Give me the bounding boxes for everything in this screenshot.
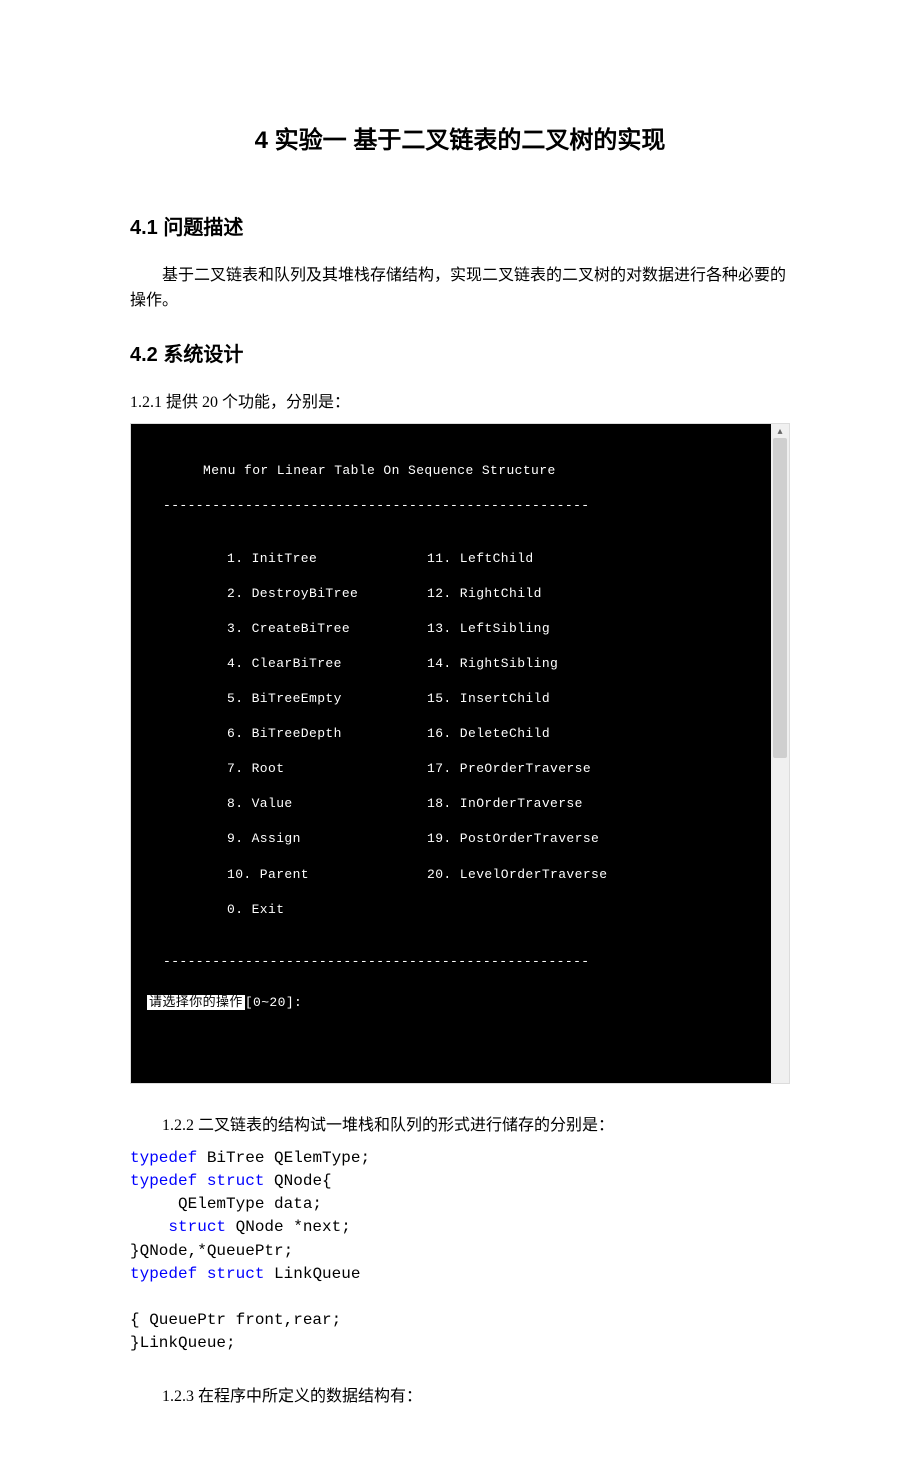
section-4-2-heading: 4.2 系统设计 — [130, 338, 790, 367]
menu-item: 3. CreateBiTree — [227, 620, 427, 638]
menu-row: 0. Exit — [227, 901, 771, 919]
menu-item: 7. Root — [227, 760, 427, 778]
menu-items: 1. InitTree11. LeftChild 2. DestroyBiTre… — [131, 532, 771, 936]
code-keyword: typedef — [130, 1172, 197, 1190]
menu-item: 10. Parent — [227, 866, 427, 884]
menu-title: Menu for Linear Table On Sequence Struct… — [131, 462, 771, 480]
code-keyword: struct — [197, 1265, 264, 1283]
menu-divider-top: ----------------------------------------… — [131, 497, 771, 515]
scrollbar[interactable]: ▴ — [771, 424, 789, 1083]
menu-item: 15. InsertChild — [427, 690, 550, 708]
menu-divider-bottom: ----------------------------------------… — [131, 953, 771, 971]
code-text: QElemType data; — [130, 1195, 322, 1213]
code-block: typedef BiTree QElemType; typedef struct… — [130, 1147, 790, 1356]
menu-item: 0. Exit — [227, 901, 427, 919]
menu-item: 5. BiTreeEmpty — [227, 690, 427, 708]
menu-row: 9. Assign19. PostOrderTraverse — [227, 830, 771, 848]
menu-item: 20. LevelOrderTraverse — [427, 866, 607, 884]
console-screenshot: Menu for Linear Table On Sequence Struct… — [130, 423, 790, 1084]
menu-item: 4. ClearBiTree — [227, 655, 427, 673]
prompt-range: [0~20]: — [245, 995, 302, 1010]
menu-item: 9. Assign — [227, 830, 427, 848]
code-text: QNode *next; — [226, 1218, 351, 1236]
page-title: 4 实验一 基于二叉链表的二叉树的实现 — [130, 120, 790, 155]
menu-item: 6. BiTreeDepth — [227, 725, 427, 743]
code-text: }LinkQueue; — [130, 1334, 236, 1352]
menu-row: 7. Root17. PreOrderTraverse — [227, 760, 771, 778]
code-text: LinkQueue — [264, 1265, 360, 1283]
menu-item: 13. LeftSibling — [427, 620, 550, 638]
menu-item: 14. RightSibling — [427, 655, 558, 673]
code-text: QNode{ — [264, 1172, 331, 1190]
paragraph-1-2-2: 1.2.2 二叉链表的结构试一堆栈和队列的形式进行储存的分别是： — [130, 1114, 790, 1139]
menu-item: 12. RightChild — [427, 585, 542, 603]
menu-item: 16. DeleteChild — [427, 725, 550, 743]
menu-row: 10. Parent20. LevelOrderTraverse — [227, 866, 771, 884]
code-text: { QueuePtr front,rear; — [130, 1311, 341, 1329]
scrollbar-thumb[interactable] — [773, 438, 787, 758]
code-text: }QNode,*QueuePtr; — [130, 1242, 293, 1260]
prompt-highlight: 请选择你的操作 — [147, 995, 245, 1010]
scroll-up-icon[interactable]: ▴ — [771, 426, 789, 437]
document-page: 4 实验一 基于二叉链表的二叉树的实现 4.1 问题描述 基于二叉链表和队列及其… — [0, 0, 920, 1478]
code-text: BiTree QElemType; — [197, 1149, 370, 1167]
menu-item: 1. InitTree — [227, 550, 427, 568]
menu-item: 17. PreOrderTraverse — [427, 760, 591, 778]
menu-row: 6. BiTreeDepth16. DeleteChild — [227, 725, 771, 743]
menu-item: 11. LeftChild — [427, 550, 534, 568]
menu-item: 18. InOrderTraverse — [427, 795, 583, 813]
menu-row: 1. InitTree11. LeftChild — [227, 550, 771, 568]
menu-row: 4. ClearBiTree14. RightSibling — [227, 655, 771, 673]
code-keyword: typedef — [130, 1149, 197, 1167]
paragraph-1-2-3: 1.2.3 在程序中所定义的数据结构有： — [130, 1385, 790, 1410]
section-4-1-body: 基于二叉链表和队列及其堆栈存储结构，实现二叉链表的二叉树的对数据进行各种必要的操… — [130, 264, 790, 314]
menu-row: 3. CreateBiTree13. LeftSibling — [227, 620, 771, 638]
code-keyword: typedef — [130, 1265, 197, 1283]
console-output: Menu for Linear Table On Sequence Struct… — [131, 424, 771, 1083]
code-keyword: struct — [130, 1218, 226, 1236]
menu-item: 8. Value — [227, 795, 427, 813]
console-prompt: 请选择你的操作[0~20]: — [131, 994, 771, 1012]
menu-row: 8. Value18. InOrderTraverse — [227, 795, 771, 813]
menu-row: 5. BiTreeEmpty15. InsertChild — [227, 690, 771, 708]
section-4-1-heading: 4.1 问题描述 — [130, 211, 790, 240]
menu-item: 2. DestroyBiTree — [227, 585, 427, 603]
menu-item: 19. PostOrderTraverse — [427, 830, 599, 848]
menu-row: 2. DestroyBiTree12. RightChild — [227, 585, 771, 603]
paragraph-1-2-1: 1.2.1 提供 20 个功能，分别是： — [130, 391, 790, 416]
code-keyword: struct — [197, 1172, 264, 1190]
